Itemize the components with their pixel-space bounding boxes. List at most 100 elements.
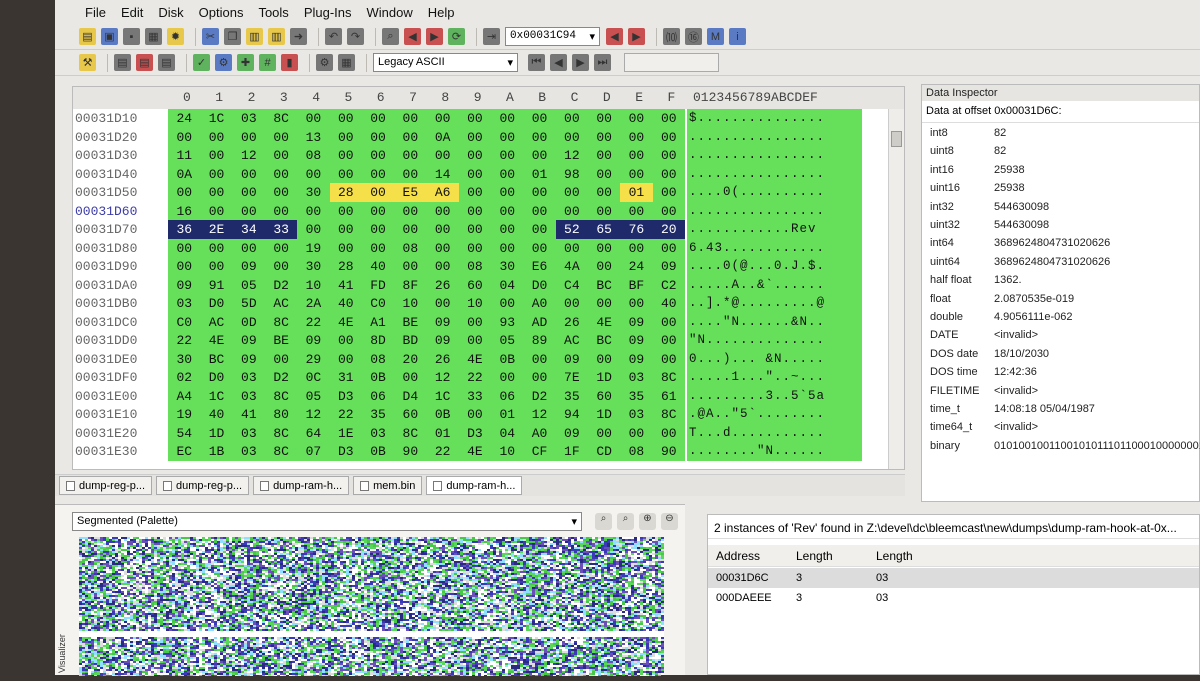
hex-byte[interactable]: 00 — [620, 128, 653, 147]
hex-byte[interactable]: 00 — [523, 146, 556, 165]
hex-byte[interactable]: 26 — [556, 313, 589, 332]
hex-byte[interactable]: 00 — [491, 202, 524, 221]
hex-byte[interactable]: 00 — [588, 165, 621, 184]
hex-byte[interactable]: 00 — [362, 128, 395, 147]
hex-byte[interactable]: 4E — [588, 313, 621, 332]
hex-byte[interactable]: 09 — [620, 313, 653, 332]
hammer-icon[interactable]: ⚒ — [79, 54, 96, 71]
menu-options[interactable]: Options — [199, 5, 244, 20]
redo-icon[interactable]: ↷ — [347, 28, 364, 45]
hex-byte[interactable]: AC — [556, 331, 589, 350]
hex-byte[interactable]: 91 — [200, 276, 233, 295]
inspector-row[interactable]: time64_t<invalid> — [922, 419, 1200, 437]
ascii-cell[interactable]: ..].*@.........@ — [687, 294, 862, 313]
inspector-row[interactable]: uint32544630098 — [922, 217, 1200, 235]
hex-byte[interactable]: 00 — [588, 350, 621, 369]
chevron-down-icon[interactable]: ▾ — [589, 30, 595, 43]
intel-icon[interactable]: i — [729, 28, 746, 45]
hex-byte[interactable]: C4 — [556, 276, 589, 295]
hex-byte[interactable]: 00 — [523, 202, 556, 221]
hex-byte[interactable]: 00 — [200, 183, 233, 202]
hex-byte[interactable]: 00 — [330, 202, 363, 221]
hex-byte[interactable]: 8C — [265, 424, 298, 443]
hex-byte[interactable]: 1F — [556, 442, 589, 461]
hex-byte[interactable]: 8C — [265, 442, 298, 461]
inspector-row[interactable]: int1625938 — [922, 162, 1200, 180]
hex-byte[interactable]: 00 — [394, 257, 427, 276]
ascii-cell[interactable]: ............Rev — [687, 220, 862, 239]
hex-byte[interactable]: 11 — [168, 146, 201, 165]
hex-byte[interactable]: 00 — [556, 202, 589, 221]
hex-byte[interactable]: 00 — [362, 239, 395, 258]
inspector-row[interactable]: double4.9056111e-062 — [922, 309, 1200, 327]
inspector-row[interactable]: FILETIME<invalid> — [922, 383, 1200, 401]
open-icon[interactable]: ▤ — [79, 28, 96, 45]
open-drive-icon[interactable]: ▣ — [101, 28, 118, 45]
hex-byte[interactable]: 00 — [200, 128, 233, 147]
hex-byte[interactable]: 00 — [426, 220, 459, 239]
hex-byte[interactable]: 10 — [459, 294, 492, 313]
hex-byte[interactable]: 00 — [330, 239, 363, 258]
hex-byte[interactable]: 00 — [620, 239, 653, 258]
hex-byte[interactable]: 10 — [297, 276, 330, 295]
hex-byte[interactable]: 03 — [233, 442, 266, 461]
copy-icon[interactable]: ❐ — [224, 28, 241, 45]
hex-byte[interactable]: 00 — [362, 202, 395, 221]
hex-byte[interactable]: 61 — [653, 387, 686, 406]
hex-byte[interactable]: 00 — [362, 165, 395, 184]
hex-byte[interactable]: 00 — [362, 109, 395, 128]
fill-icon[interactable]: ➜ — [290, 28, 307, 45]
ascii-cell[interactable]: .....1..."..~... — [687, 368, 862, 387]
hex-byte[interactable]: 00 — [523, 183, 556, 202]
hex-byte[interactable]: 00 — [653, 128, 686, 147]
hex-byte[interactable]: 00 — [653, 350, 686, 369]
hex-byte[interactable]: D0 — [200, 368, 233, 387]
hex-byte[interactable]: 35 — [556, 387, 589, 406]
hex-byte[interactable]: 30 — [297, 257, 330, 276]
inspector-row[interactable]: binary0101001001100101011101100010000000… — [922, 438, 1200, 456]
hex-byte[interactable]: 00 — [394, 128, 427, 147]
menu-disk[interactable]: Disk — [158, 5, 183, 20]
split-icon[interactable]: ▤ — [136, 54, 153, 71]
hex-byte[interactable]: 00 — [491, 183, 524, 202]
hex-byte[interactable]: 04 — [491, 276, 524, 295]
hex-byte[interactable]: 8C — [265, 109, 298, 128]
hex-byte[interactable]: 19 — [168, 405, 201, 424]
hex-byte[interactable]: D2 — [265, 368, 298, 387]
ascii-cell[interactable]: 0...)... &N..... — [687, 350, 862, 369]
hex-byte[interactable]: 00 — [297, 202, 330, 221]
hex-byte[interactable]: 00 — [523, 109, 556, 128]
hex-byte[interactable]: 00 — [459, 165, 492, 184]
hex-byte[interactable]: 00 — [620, 109, 653, 128]
hex-byte[interactable]: 00 — [588, 294, 621, 313]
hex-byte[interactable]: 54 — [168, 424, 201, 443]
hex-byte[interactable]: 5D — [233, 294, 266, 313]
hex-byte[interactable]: 09 — [653, 257, 686, 276]
hex-byte[interactable]: 40 — [330, 294, 363, 313]
hex-byte[interactable]: 06 — [491, 387, 524, 406]
hex-byte[interactable]: 90 — [394, 442, 427, 461]
hex-byte[interactable]: 00 — [523, 220, 556, 239]
hex-byte[interactable]: 03 — [233, 387, 266, 406]
replace-icon[interactable]: ⟳ — [448, 28, 465, 45]
inspector-row[interactable]: uint1625938 — [922, 180, 1200, 198]
hex-byte[interactable]: 00 — [620, 202, 653, 221]
hex-byte[interactable]: 00 — [330, 146, 363, 165]
hex-byte[interactable]: 00 — [459, 202, 492, 221]
hex-byte[interactable]: EC — [168, 442, 201, 461]
hex-byte[interactable]: 00 — [459, 128, 492, 147]
hex-byte[interactable]: 00 — [394, 368, 427, 387]
hex-byte[interactable]: 00 — [426, 294, 459, 313]
hex-byte[interactable]: A1 — [362, 313, 395, 332]
hex-byte[interactable]: 00 — [394, 165, 427, 184]
hex-byte[interactable]: 00 — [556, 294, 589, 313]
hex-byte[interactable]: A6 — [426, 183, 459, 202]
hex-byte[interactable]: 30 — [297, 183, 330, 202]
hex-byte[interactable]: 00 — [523, 239, 556, 258]
hex-byte[interactable]: 8C — [265, 387, 298, 406]
ascii-cell[interactable]: ........"N...... — [687, 442, 862, 461]
hex-byte[interactable]: 40 — [200, 405, 233, 424]
inspector-row[interactable]: DATE<invalid> — [922, 327, 1200, 345]
hex-byte[interactable]: 8C — [653, 405, 686, 424]
menu-file[interactable]: File — [85, 5, 106, 20]
